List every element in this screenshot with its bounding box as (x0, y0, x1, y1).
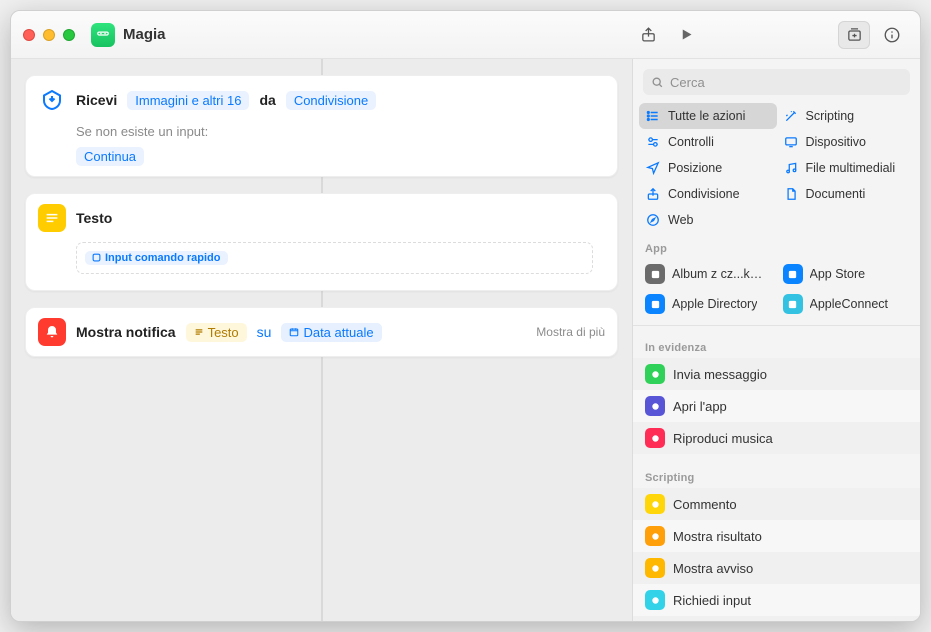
receive-action-card[interactable]: Ricevi Immagini e altri 16 da Condivisio… (25, 75, 618, 177)
notification-on-word: su (257, 324, 272, 340)
noinput-action-token[interactable]: Continua (76, 147, 144, 166)
display-icon (783, 134, 799, 150)
minimize-window-button[interactable] (43, 29, 55, 41)
wand-icon (783, 108, 799, 124)
notification-date-token[interactable]: Data attuale (281, 323, 381, 342)
search-icon (651, 76, 664, 89)
category-list[interactable]: Tutte le azioni (639, 103, 777, 129)
app-item-icon (645, 264, 665, 284)
app-window: Magia Ricevi Immagini e altri 16 (10, 10, 921, 622)
run-button[interactable] (670, 21, 702, 49)
category-safari[interactable]: Web (639, 207, 777, 233)
category-grid: Tutte le azioniScriptingControlliDisposi… (633, 103, 920, 233)
text-action-card[interactable]: Testo Input comando rapido (25, 193, 618, 291)
app-item[interactable]: Album z cz...kami (639, 259, 777, 289)
action-row[interactable]: Conteggio (633, 616, 920, 621)
action-row-icon (645, 558, 665, 578)
music-icon (783, 160, 799, 176)
text-input-field[interactable]: Input comando rapido (76, 242, 593, 274)
notification-text-token[interactable]: Testo (186, 323, 247, 342)
action-row-icon (645, 494, 665, 514)
section-header-app: App (633, 233, 920, 259)
show-more-button[interactable]: Mostra di più (536, 325, 605, 339)
category-sliders[interactable]: Controlli (639, 129, 777, 155)
app-item-icon (645, 294, 665, 314)
category-music[interactable]: File multimediali (777, 155, 915, 181)
shareup-icon (645, 186, 661, 202)
info-button[interactable] (876, 21, 908, 49)
app-icon (91, 23, 115, 47)
category-doc[interactable]: Documenti (777, 181, 915, 207)
titlebar: Magia (11, 11, 920, 59)
search-placeholder: Cerca (670, 75, 705, 90)
app-item[interactable]: AppleConnect (777, 289, 915, 319)
notification-action-card[interactable]: Mostra notifica Testo su Data attuale Mo… (25, 307, 618, 357)
window-controls (23, 29, 75, 41)
receive-verb: Ricevi (76, 92, 117, 108)
receive-icon (38, 86, 66, 114)
app-item-icon (783, 264, 803, 284)
receive-input-types-token[interactable]: Immagini e altri 16 (127, 91, 249, 110)
zoom-window-button[interactable] (63, 29, 75, 41)
section-header-scripting: Scripting (633, 462, 920, 488)
actions-scroll[interactable]: App Album z cz...kamiApp StoreApple Dire… (633, 233, 920, 621)
action-row-icon (645, 364, 665, 384)
noinput-label: Se non esiste un input: (26, 124, 617, 147)
text-action-title: Testo (76, 210, 112, 226)
app-item-icon (783, 294, 803, 314)
safari-icon (645, 212, 661, 228)
location-icon (645, 160, 661, 176)
doc-icon (783, 186, 799, 202)
action-row[interactable]: Commento (633, 488, 920, 520)
body: Ricevi Immagini e altri 16 da Condivisio… (11, 59, 920, 621)
text-icon (38, 204, 66, 232)
library-toggle-button[interactable] (838, 21, 870, 49)
action-row-icon (645, 396, 665, 416)
editor-canvas[interactable]: Ricevi Immagini e altri 16 da Condivisio… (11, 59, 632, 621)
action-row[interactable]: Mostra risultato (633, 520, 920, 552)
category-location[interactable]: Posizione (639, 155, 777, 181)
action-row-icon (645, 428, 665, 448)
category-shareup[interactable]: Condivisione (639, 181, 777, 207)
search-field[interactable]: Cerca (643, 69, 910, 95)
action-row[interactable]: Richiedi input (633, 584, 920, 616)
close-window-button[interactable] (23, 29, 35, 41)
notification-title-label: Mostra notifica (76, 324, 176, 340)
action-row[interactable]: Riproduci musica (633, 422, 920, 454)
action-row[interactable]: Mostra avviso (633, 552, 920, 584)
app-item[interactable]: Apple Directory (639, 289, 777, 319)
text-input-variable-token[interactable]: Input comando rapido (85, 251, 228, 265)
actions-sidebar: Cerca Tutte le azioniScriptingControlliD… (632, 59, 920, 621)
sliders-icon (645, 134, 661, 150)
list-icon (645, 108, 661, 124)
section-header-featured: In evidenza (633, 332, 920, 358)
notification-icon (38, 318, 66, 346)
share-button[interactable] (632, 21, 664, 49)
action-row-icon (645, 526, 665, 546)
action-row[interactable]: Apri l'app (633, 390, 920, 422)
category-display[interactable]: Dispositivo (777, 129, 915, 155)
action-row[interactable]: Invia messaggio (633, 358, 920, 390)
shortcut-title: Magia (123, 26, 166, 43)
receive-source-token[interactable]: Condivisione (286, 91, 376, 110)
receive-from-word: da (259, 92, 275, 108)
action-row-icon (645, 590, 665, 610)
app-item[interactable]: App Store (777, 259, 915, 289)
category-wand[interactable]: Scripting (777, 103, 915, 129)
